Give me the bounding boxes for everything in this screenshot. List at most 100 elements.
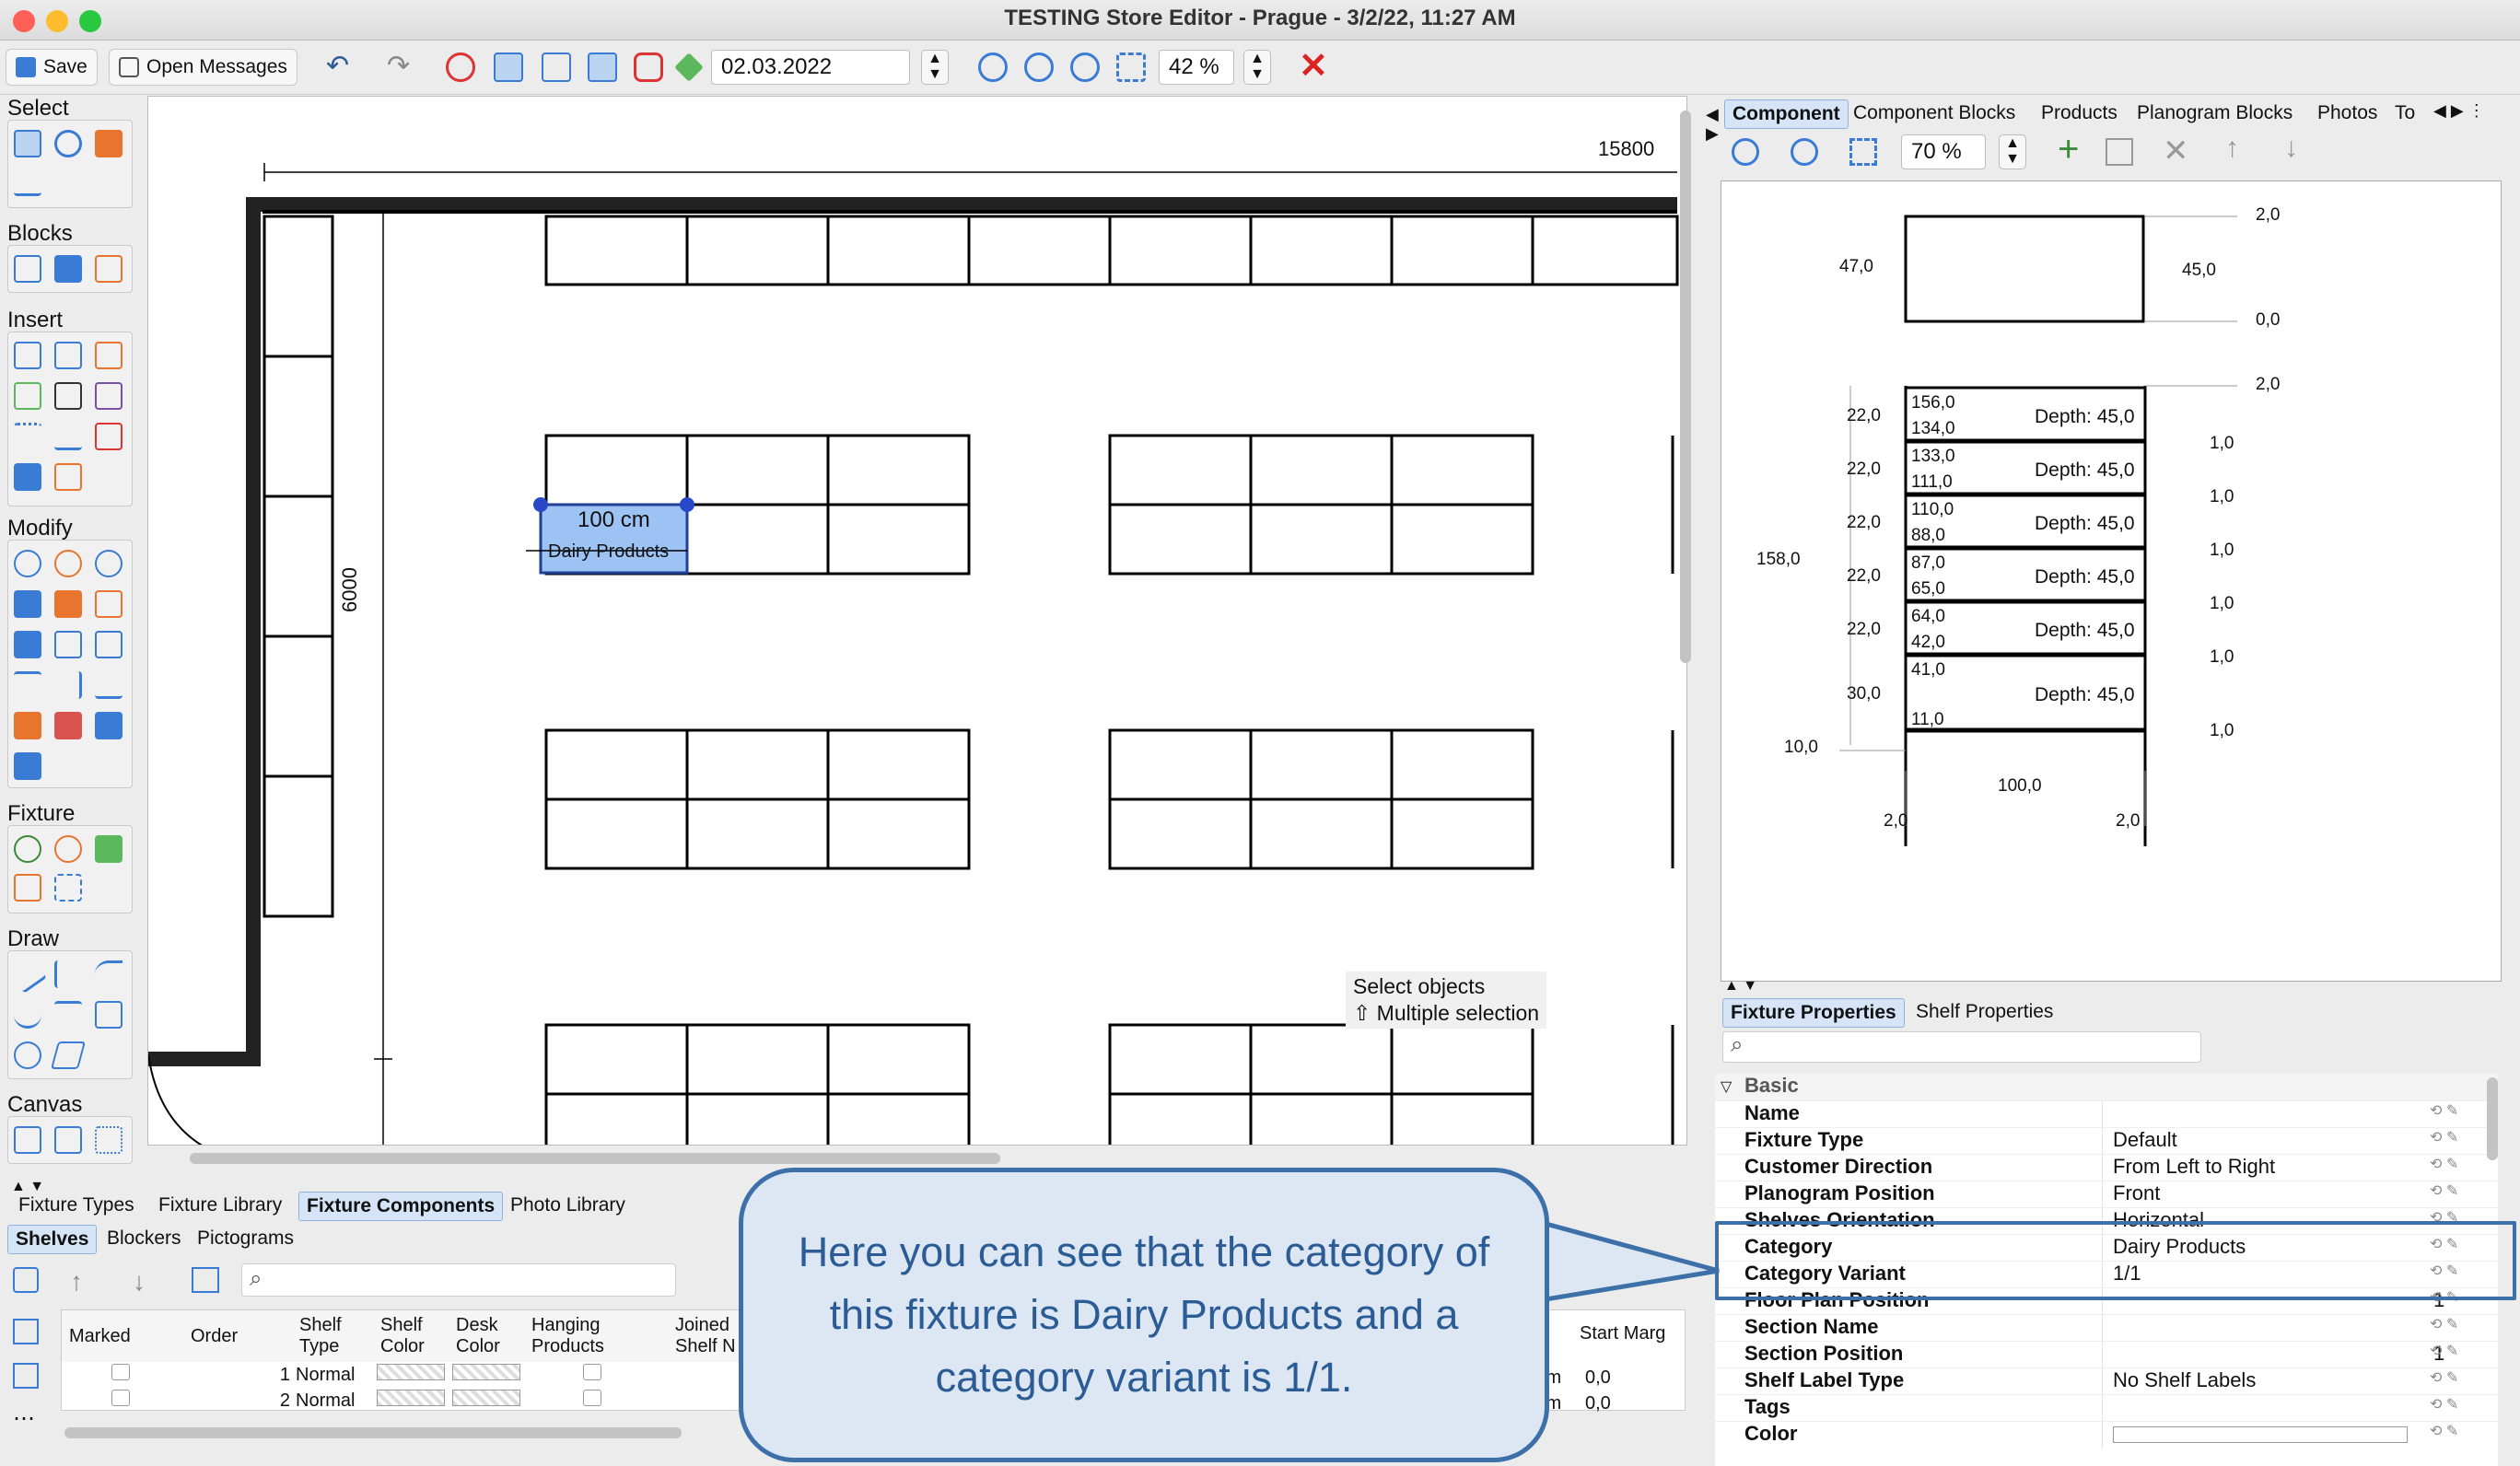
- combine-icon[interactable]: [95, 712, 122, 739]
- insert-shelf-icon[interactable]: [14, 342, 41, 369]
- tab-planogram-blocks[interactable]: Planogram Blocks: [2129, 99, 2300, 127]
- draw-circle-icon[interactable]: [14, 1041, 41, 1069]
- undo-icon[interactable]: ↶: [326, 52, 356, 82]
- tab-shelves[interactable]: Shelves: [7, 1225, 98, 1254]
- mark-all-icon[interactable]: [13, 1267, 39, 1293]
- snap-icon[interactable]: [542, 52, 571, 82]
- tab-component-blocks[interactable]: Component Blocks: [1846, 99, 2023, 127]
- hanging-checkbox[interactable]: [583, 1364, 601, 1380]
- canvas-vertical-scrollbar[interactable]: [1680, 111, 1691, 663]
- tab-component[interactable]: Component: [1724, 99, 1849, 129]
- measure-icon[interactable]: [446, 52, 475, 82]
- col-shelf-color[interactable]: Shelf Color: [377, 1310, 452, 1362]
- side-action-icon-1[interactable]: [13, 1319, 39, 1344]
- property-reset-icon[interactable]: ⟲ ✎: [2430, 1395, 2458, 1414]
- component-up-icon[interactable]: ↑: [2225, 133, 2239, 164]
- property-value[interactable]: Front: [2113, 1181, 2160, 1205]
- tab-products[interactable]: Products: [2034, 99, 2125, 127]
- property-reset-icon[interactable]: ⟲ ✎: [2430, 1342, 2458, 1360]
- canvas-settings-icon[interactable]: [54, 1126, 82, 1154]
- property-row[interactable]: Section Name ⟲ ✎: [1715, 1314, 2498, 1342]
- property-reset-icon[interactable]: ⟲ ✎: [2430, 1315, 2458, 1333]
- arrange-icon[interactable]: [54, 590, 82, 618]
- marked-checkbox[interactable]: [111, 1364, 130, 1380]
- draw-curve-icon[interactable]: [14, 1001, 41, 1029]
- table-row[interactable]: 1 Normal: [62, 1362, 769, 1388]
- canvas-grid-icon[interactable]: [95, 1126, 122, 1154]
- redo-icon[interactable]: ↷: [387, 52, 416, 82]
- zoom-field[interactable]: 42 %: [1159, 50, 1234, 85]
- fixture-hierarchy-icon[interactable]: [14, 835, 41, 863]
- insert-line-icon[interactable]: [54, 423, 82, 450]
- select-tool-icon[interactable]: [14, 130, 41, 157]
- tab-fixture-components[interactable]: Fixture Components: [298, 1192, 504, 1221]
- component-zoom-out-icon[interactable]: [1791, 138, 1818, 166]
- section-basic[interactable]: ▽ Basic: [1715, 1074, 2498, 1100]
- tab-fixture-properties[interactable]: Fixture Properties: [1722, 998, 1905, 1028]
- open-messages-button[interactable]: Open Messages: [109, 49, 298, 86]
- draw-rectangle-icon[interactable]: [95, 1001, 122, 1029]
- draw-line-icon[interactable]: [8, 955, 47, 994]
- align-center-icon[interactable]: [54, 671, 82, 699]
- table-settings-icon[interactable]: [192, 1267, 219, 1293]
- block-shelf-icon[interactable]: [95, 255, 122, 283]
- hanging-checkbox[interactable]: [583, 1390, 601, 1406]
- insert-image-icon[interactable]: [14, 463, 41, 491]
- select-point-icon[interactable]: [54, 130, 82, 157]
- splitter-arrows-icon[interactable]: ▲ ▼: [1724, 978, 1757, 995]
- zoom-selection-icon[interactable]: [1116, 52, 1146, 82]
- rotate-icon[interactable]: [95, 550, 122, 577]
- component-zoom-fit-icon[interactable]: [1849, 138, 1877, 166]
- copy-icon[interactable]: [54, 550, 82, 577]
- property-row[interactable]: Color ⟲ ✎: [1715, 1421, 2498, 1449]
- insert-symbol-icon[interactable]: [95, 382, 122, 410]
- draw-arc-icon[interactable]: [95, 960, 122, 988]
- component-zoom-field[interactable]: 70 %: [1901, 134, 1986, 169]
- duplicate-icon[interactable]: [2106, 138, 2133, 166]
- align-top-icon[interactable]: [14, 671, 41, 699]
- property-row[interactable]: Section Position 1 ⟲ ✎: [1715, 1341, 2498, 1368]
- floor-plan-canvas[interactable]: 15800 6000 100 cm Dairy Products Select …: [147, 96, 1687, 1146]
- block-icon[interactable]: [14, 255, 41, 283]
- property-row[interactable]: Customer Direction From Left to Right ⟲ ✎: [1715, 1154, 2498, 1181]
- save-button[interactable]: Save: [6, 49, 98, 86]
- property-reset-icon[interactable]: ⟲ ✎: [2430, 1101, 2458, 1120]
- move-up-icon[interactable]: ↑: [70, 1267, 83, 1297]
- insert-photo-icon[interactable]: [54, 382, 82, 410]
- desk-color-swatch[interactable]: [452, 1390, 520, 1406]
- tab-photo-library[interactable]: Photo Library: [503, 1192, 633, 1219]
- tab-photos[interactable]: Photos: [2310, 99, 2385, 127]
- fixture-label-icon[interactable]: [95, 835, 122, 863]
- col-order[interactable]: Order: [187, 1310, 296, 1362]
- component-zoom-in-icon[interactable]: [1732, 138, 1759, 166]
- move-down-icon[interactable]: ↓: [133, 1267, 146, 1297]
- select-layer-icon[interactable]: [95, 130, 122, 157]
- table-row[interactable]: 2 Normal: [62, 1388, 769, 1410]
- properties-scrollbar[interactable]: [2487, 1077, 2498, 1160]
- ungroup-icon[interactable]: [54, 712, 82, 739]
- zoom-stepper[interactable]: ▲ ▼: [1243, 50, 1271, 85]
- property-row[interactable]: Fixture Type Default ⟲ ✎: [1715, 1127, 2498, 1155]
- insert-svg-icon[interactable]: [54, 463, 82, 491]
- distribute-icon[interactable]: [14, 631, 41, 658]
- tab-pictograms[interactable]: Pictograms: [190, 1225, 301, 1252]
- insert-planogram-icon[interactable]: [95, 342, 122, 369]
- property-value[interactable]: No Shelf Labels: [2113, 1368, 2256, 1392]
- align-left-icon[interactable]: [14, 590, 41, 618]
- zoom-in-icon[interactable]: [978, 52, 1008, 82]
- desk-color-swatch[interactable]: [452, 1364, 520, 1380]
- select-path-icon[interactable]: [14, 169, 41, 196]
- col-desk-color[interactable]: Desk Color: [452, 1310, 528, 1362]
- canvas-size-icon[interactable]: [14, 1126, 41, 1154]
- insert-text-icon[interactable]: [14, 382, 41, 410]
- tab-fixture-library[interactable]: Fixture Library: [151, 1192, 289, 1219]
- panel-collapse-icon[interactable]: ◀ ▶: [1706, 105, 1719, 144]
- insert-fixture-icon[interactable]: [54, 342, 82, 369]
- grid-toggle-icon[interactable]: [494, 52, 523, 82]
- properties-search-input[interactable]: ⌕: [1722, 1031, 2201, 1063]
- property-row[interactable]: Tags ⟲ ✎: [1715, 1394, 2498, 1422]
- insert-pdf-icon[interactable]: [95, 423, 122, 450]
- tab-blockers[interactable]: Blockers: [99, 1225, 189, 1252]
- property-reset-icon[interactable]: ⟲ ✎: [2430, 1181, 2458, 1200]
- date-stepper[interactable]: ▲ ▼: [921, 50, 949, 85]
